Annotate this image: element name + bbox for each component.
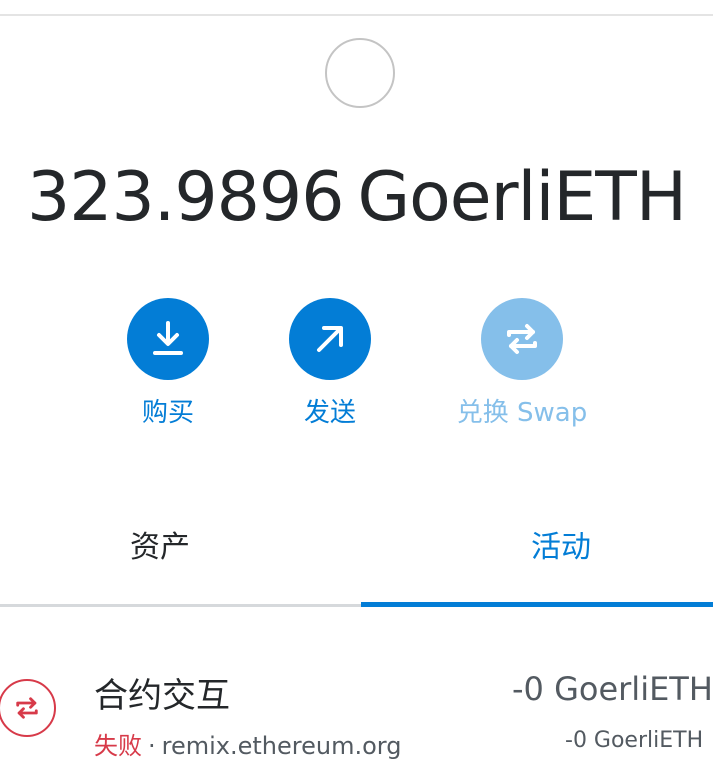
subtitle-separator: · bbox=[148, 732, 156, 760]
balance-currency: GoerliETH bbox=[357, 158, 687, 237]
send-button[interactable]: 发送 bbox=[270, 298, 390, 429]
transaction-secondary-amount: -0 GoerliETH bbox=[565, 728, 704, 753]
swap-label: 兑换 Swap bbox=[456, 398, 588, 428]
swap-button-circle[interactable] bbox=[481, 298, 563, 380]
transaction-subtitle: 失败 · remix.ethereum.org bbox=[94, 726, 401, 761]
send-button-circle[interactable] bbox=[289, 298, 371, 380]
balance-display: 323.9896 GoerliETH bbox=[0, 150, 713, 246]
active-tab-indicator bbox=[361, 602, 713, 607]
swap-icon bbox=[16, 697, 38, 719]
wallet-overview: 323.9896 GoerliETH 购买 发送 兑换 Swap 资产 活动 合… bbox=[0, 0, 713, 777]
buy-label: 购买 bbox=[141, 398, 194, 428]
transaction-origin: remix.ethereum.org bbox=[161, 732, 402, 760]
buy-button-circle[interactable] bbox=[127, 298, 209, 380]
buy-button[interactable]: 购买 bbox=[108, 298, 228, 429]
transaction-type-icon-wrapper bbox=[0, 679, 56, 737]
send-label: 发送 bbox=[303, 398, 356, 428]
top-divider bbox=[0, 14, 713, 16]
tab-activity[interactable]: 活动 bbox=[361, 500, 713, 600]
transaction-primary-amount: -0 GoerliETH bbox=[512, 670, 713, 708]
transaction-status: 失败 bbox=[94, 732, 142, 760]
download-icon bbox=[153, 321, 183, 355]
arrow-up-right-icon bbox=[317, 326, 343, 352]
activity-list-item[interactable]: 合约交互 失败 · remix.ethereum.org -0 GoerliETH … bbox=[0, 640, 713, 777]
swap-icon bbox=[507, 324, 537, 354]
tab-assets[interactable]: 资产 bbox=[0, 500, 320, 600]
transaction-title: 合约交互 bbox=[94, 676, 230, 716]
balance-amount: 323.9896 bbox=[27, 158, 344, 237]
tab-bar: 资产 活动 bbox=[0, 500, 713, 608]
account-avatar[interactable] bbox=[325, 38, 395, 108]
swap-button[interactable]: 兑换 Swap bbox=[402, 298, 642, 429]
